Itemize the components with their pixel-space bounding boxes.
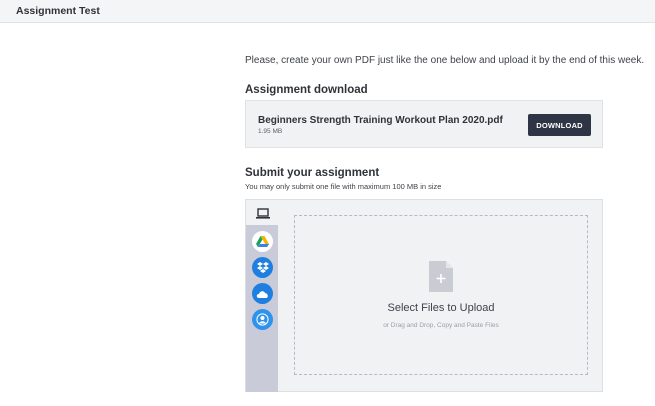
top-bar: Assignment Test bbox=[0, 0, 655, 23]
file-add-icon bbox=[429, 261, 453, 292]
drag-drop-hint: or Drag and Drop, Copy and Paste Files bbox=[383, 322, 499, 329]
download-button[interactable]: DOWNLOAD bbox=[528, 114, 591, 136]
file-size: 1.95 MB bbox=[258, 128, 283, 135]
onedrive-icon[interactable] bbox=[252, 283, 273, 304]
google-drive-icon[interactable] bbox=[252, 231, 273, 252]
laptop-icon[interactable] bbox=[256, 208, 270, 219]
upload-source-rail bbox=[246, 225, 278, 392]
page-title: Assignment Test bbox=[16, 5, 100, 17]
file-drop-zone[interactable]: Select Files to Upload or Drag and Drop,… bbox=[294, 215, 588, 375]
user-icon[interactable] bbox=[252, 309, 273, 330]
file-name: Beginners Strength Training Workout Plan… bbox=[258, 115, 503, 126]
submit-size-note: You may only submit one file with maximu… bbox=[245, 182, 442, 191]
submit-assignment-heading: Submit your assignment bbox=[245, 167, 380, 179]
upload-widget: Select Files to Upload or Drag and Drop,… bbox=[245, 199, 603, 392]
select-files-label: Select Files to Upload bbox=[387, 302, 495, 314]
intro-text: Please, create your own PDF just like th… bbox=[245, 55, 645, 66]
assignment-download-heading: Assignment download bbox=[245, 84, 368, 96]
download-card: Beginners Strength Training Workout Plan… bbox=[245, 100, 603, 148]
dropbox-icon[interactable] bbox=[252, 257, 273, 278]
